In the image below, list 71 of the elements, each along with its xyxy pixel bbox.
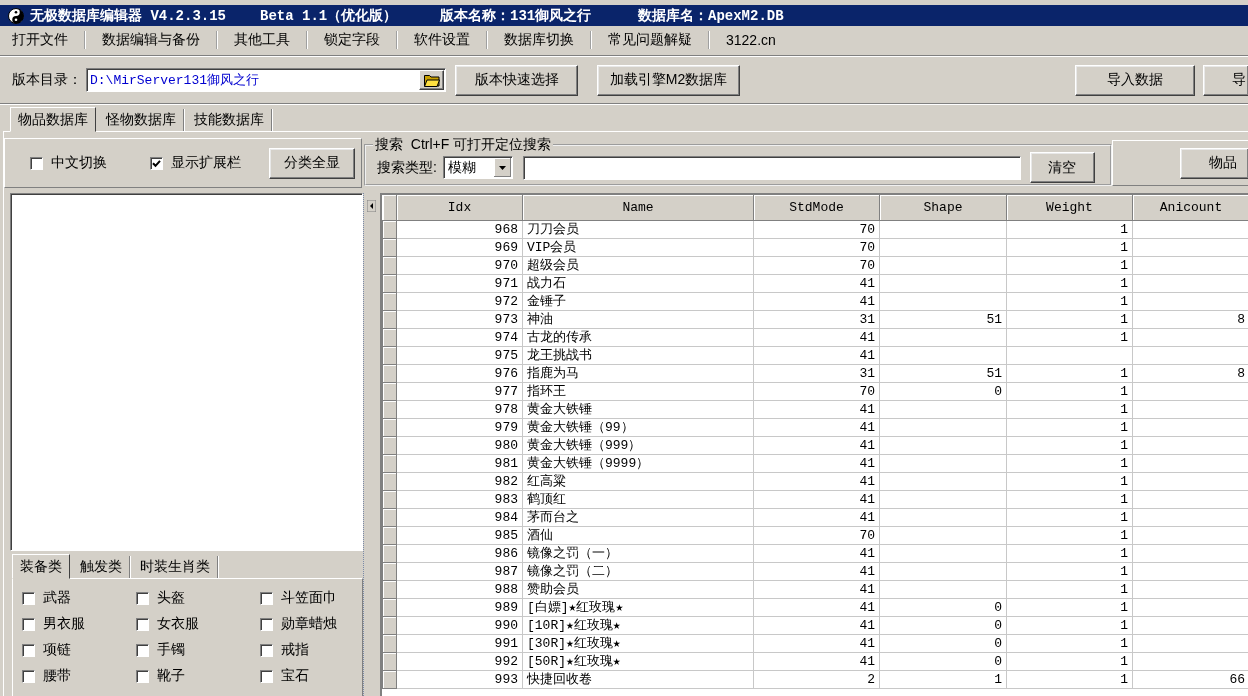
menu-item[interactable]: 数据编辑与备份 (102, 30, 200, 49)
search-type-dropdown[interactable]: 模糊 (442, 156, 513, 179)
left-arrow-icon[interactable] (367, 200, 376, 212)
directory-field[interactable]: D:\MirServer131御风之行 (86, 68, 446, 92)
checkbox-label: 头盔 (157, 589, 185, 607)
checkbox[interactable] (22, 617, 35, 631)
checkbox-label: 手镯 (157, 641, 185, 659)
search-field[interactable] (522, 155, 1021, 180)
checkbox[interactable] (260, 669, 273, 683)
checkbox[interactable] (22, 643, 35, 657)
toolbar-button[interactable]: 版本快速选择 (455, 64, 578, 96)
toolbar-button[interactable]: 加载引擎M2数据库 (597, 64, 740, 96)
search-type-label: 搜索类型: (377, 158, 437, 177)
column-header[interactable]: Name (522, 195, 754, 221)
checkbox[interactable] (136, 617, 149, 631)
checkbox-label: 腰带 (43, 667, 71, 685)
checkbox-label: 靴子 (157, 667, 185, 685)
menu-item[interactable]: 打开文件 (12, 30, 68, 49)
checkbox-label: 戒指 (281, 641, 309, 659)
window-title: 无极数据库编辑器 V4.2.3.15 (30, 6, 227, 25)
checkbox[interactable] (30, 156, 43, 170)
category-tab[interactable]: 装备类 (12, 554, 70, 579)
category-tab[interactable]: 时装生肖类 (133, 556, 218, 578)
checkbox[interactable] (136, 669, 149, 683)
checkbox-label: 中文切换 (51, 154, 107, 172)
menu-item[interactable]: 软件设置 (414, 30, 470, 49)
tab[interactable]: 物品数据库 (10, 107, 96, 132)
column-header[interactable]: Weight (1006, 195, 1133, 221)
column-header[interactable]: Anicount (1132, 195, 1248, 221)
browse-button[interactable] (419, 70, 444, 90)
checkbox-label: 勋章蜡烛 (281, 615, 337, 633)
side-button[interactable]: 物品 (1180, 147, 1248, 179)
database-name: 数据库名：ApexM2.DB (638, 6, 784, 25)
column-header[interactable]: Idx (396, 195, 523, 221)
checkbox-label: 显示扩展栏 (171, 154, 241, 172)
checkbox-label: 项链 (43, 641, 71, 659)
toolbar-button[interactable]: 导 (1203, 64, 1248, 96)
edition-label: Beta 1.1（优化版） (260, 6, 399, 25)
checkbox[interactable] (150, 156, 163, 170)
category-tab[interactable]: 触发类 (73, 556, 130, 578)
checkbox[interactable] (136, 643, 149, 657)
menu-item[interactable]: 3122.cn (726, 31, 776, 48)
checkmark-icon (152, 158, 161, 168)
checkbox-label: 武器 (43, 589, 71, 607)
version-name: 版本名称：131御风之行 (440, 6, 593, 25)
column-header[interactable]: StdMode (753, 195, 880, 221)
toolbar-button[interactable]: 导入数据 (1075, 64, 1195, 96)
menu-item[interactable]: 锁定字段 (324, 30, 380, 49)
tab[interactable]: 技能数据库 (187, 109, 272, 131)
menu-item[interactable]: 数据库切换 (504, 30, 574, 49)
checkbox-label: 斗笠面巾 (281, 589, 337, 607)
clear-button[interactable]: 清空 (1029, 152, 1095, 183)
group-title: 搜索 Ctrl+F 可打开定位搜索 (374, 136, 553, 154)
checkbox[interactable] (22, 591, 35, 605)
checkbox[interactable] (260, 617, 273, 631)
menu-item[interactable]: 常见问题解疑 (608, 30, 692, 49)
menu-item[interactable]: 其他工具 (234, 30, 290, 49)
checkbox-label: 女衣服 (157, 615, 199, 633)
column-header[interactable]: Shape (879, 195, 1007, 221)
checkbox[interactable] (260, 591, 273, 605)
folder-icon (423, 73, 440, 87)
checkbox-label: 男衣服 (43, 615, 85, 633)
show-all-button[interactable]: 分类全显 (269, 147, 355, 179)
checkbox-label: 宝石 (281, 667, 309, 685)
directory-label: 版本目录： (12, 71, 82, 89)
checkbox[interactable] (22, 669, 35, 683)
dropdown-caret-icon (493, 158, 511, 177)
yin-yang-icon (8, 7, 24, 24)
checkbox[interactable] (136, 591, 149, 605)
checkbox[interactable] (260, 643, 273, 657)
tab[interactable]: 怪物数据库 (99, 109, 184, 131)
